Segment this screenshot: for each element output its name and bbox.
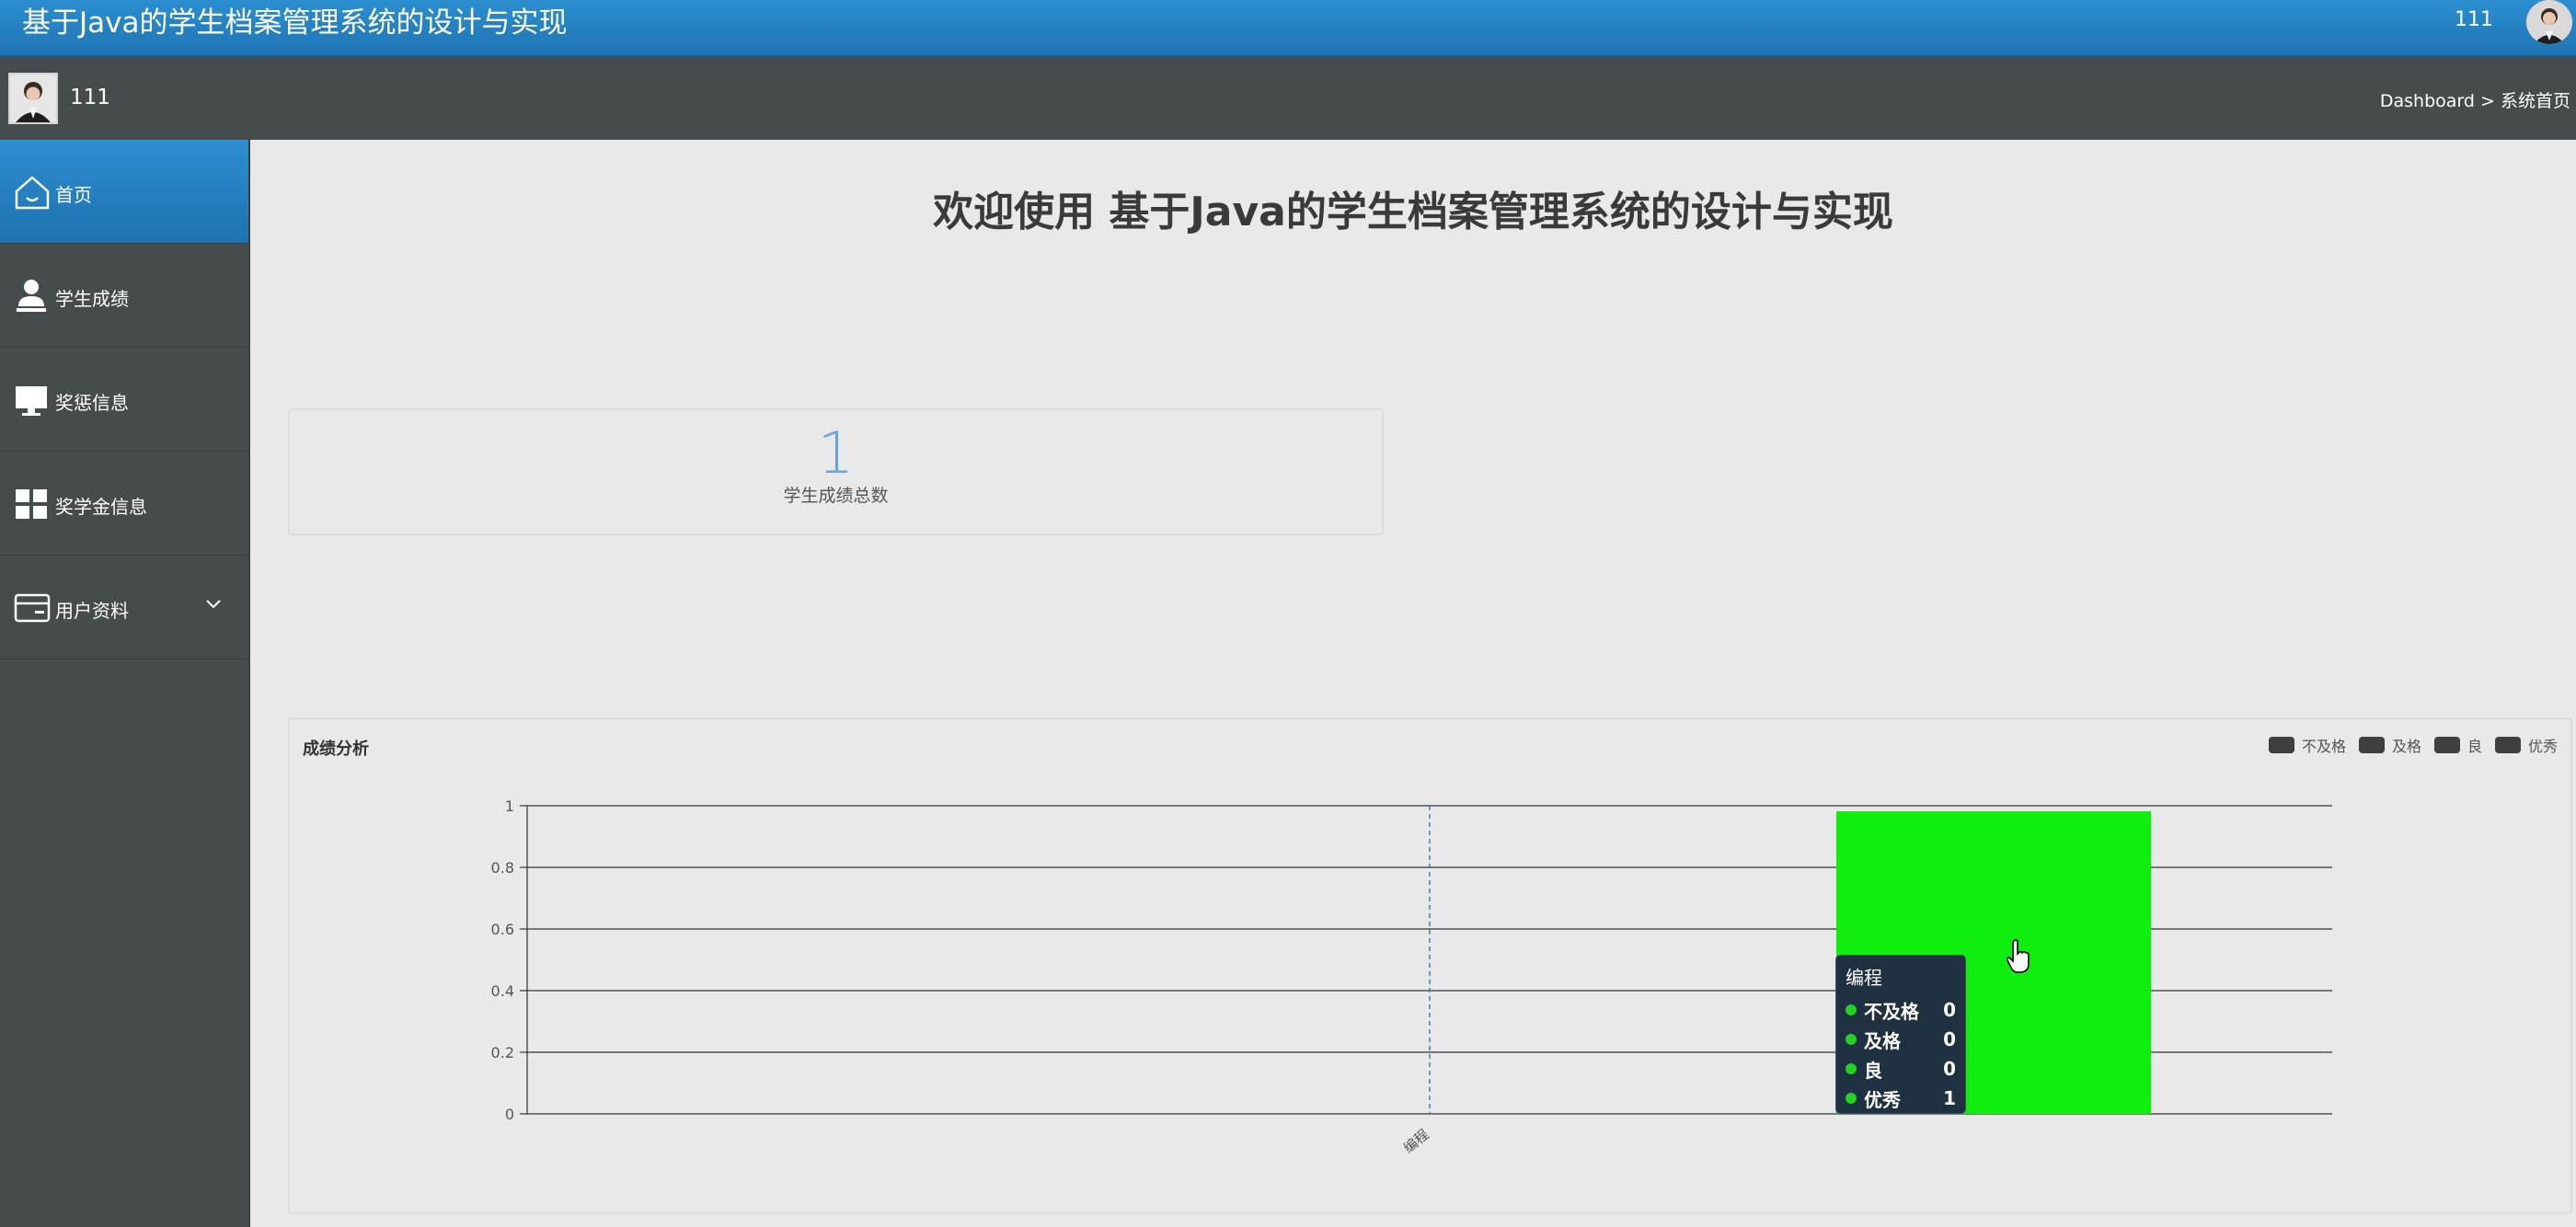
tooltip-series-name: 及格: [1864, 1029, 1901, 1052]
legend-label: 及格: [2391, 738, 2421, 755]
legend-label: 良: [2467, 738, 2482, 755]
legend-label: 优秀: [2527, 738, 2558, 755]
series-dot: [1846, 1004, 1857, 1015]
chart-tooltip: 编程 不及格 0 及格 0 良0 优秀 1: [1835, 955, 1966, 1114]
legend-swatch: [2268, 737, 2294, 753]
sidebar-item-profile[interactable]: 用户资料: [0, 556, 248, 659]
tooltip-row: 及格 0: [1846, 1025, 1956, 1054]
user-bar: 111 Dashboard > 系统首页: [0, 57, 2576, 140]
sidebar-item-label: 学生成绩: [55, 288, 129, 310]
breadcrumb-dashboard[interactable]: Dashboard: [2380, 91, 2475, 111]
sidebar-item-label: 用户资料: [55, 600, 129, 622]
sidebar-item-label: 奖惩信息: [55, 392, 129, 414]
header-username[interactable]: 111: [2455, 8, 2493, 31]
breadcrumb: Dashboard > 系统首页: [2380, 87, 2570, 112]
series-dot: [1846, 1093, 1857, 1104]
tooltip-series-value: 0: [1943, 1028, 1956, 1050]
top-header: 基于Java的学生档案管理系统的设计与实现 111: [0, 0, 2576, 57]
tooltip-row: 良0: [1846, 1054, 1956, 1084]
legend-swatch: [2494, 737, 2521, 753]
stat-value: 1: [817, 419, 855, 487]
sidebar-item-label: 首页: [55, 184, 92, 206]
tooltip-row: 不及格 0: [1846, 995, 1956, 1025]
legend-swatch: [2358, 737, 2385, 753]
sidebar-item-label: 奖学金信息: [55, 496, 147, 518]
stat-card[interactable]: 1 学生成绩总数: [288, 408, 1384, 535]
breadcrumb-separator: >: [2480, 91, 2495, 111]
grid-icon: [13, 485, 52, 523]
legend-item-pass[interactable]: 及格: [2358, 734, 2421, 756]
tooltip-series-name: 优秀: [1864, 1088, 1901, 1111]
tooltip-series-name: 不及格: [1864, 1000, 1919, 1023]
stat-label: 学生成绩总数: [783, 486, 889, 506]
chevron-down-icon[interactable]: [204, 594, 223, 613]
legend-item-good[interactable]: 良: [2433, 734, 2482, 756]
tooltip-series-value: 1: [1943, 1087, 1956, 1109]
header-avatar[interactable]: [2526, 0, 2572, 44]
tooltip-series-name: 良: [1864, 1059, 1882, 1082]
home-icon: [13, 173, 52, 212]
sidebar-item-scholarship[interactable]: 奖学金信息: [0, 452, 248, 556]
sidebar-item-rewards[interactable]: 奖惩信息: [0, 348, 248, 452]
sidebar-item-grades[interactable]: 学生成绩: [0, 244, 248, 348]
chart-title: 成绩分析: [303, 740, 369, 759]
page-title: 欢迎使用 基于Java的学生档案管理系统的设计与实现: [933, 189, 1893, 235]
sidebar: 首页 学生成绩 奖惩信息 奖学金信息 用户资料: [0, 140, 250, 1227]
legend-label: 不及格: [2301, 738, 2346, 755]
legend-swatch: [2433, 737, 2460, 753]
chart-card: 成绩分析 不及格 及格 良 优秀: [288, 717, 2572, 1214]
breadcrumb-current: 系统首页: [2500, 91, 2570, 111]
series-dot: [1846, 1034, 1857, 1045]
sidebar-item-home[interactable]: 首页: [0, 140, 248, 244]
user-icon: [13, 277, 52, 315]
sidebar-username: 111: [70, 86, 110, 109]
hand-cursor-icon: [2006, 938, 2031, 975]
tooltip-title: 编程: [1846, 967, 1882, 989]
monitor-icon: [13, 381, 52, 419]
app-title: 基于Java的学生档案管理系统的设计与实现: [22, 6, 568, 40]
tooltip-series-value: 0: [1943, 999, 1956, 1021]
user-avatar[interactable]: [8, 73, 58, 124]
legend-item-fail[interactable]: 不及格: [2268, 734, 2346, 756]
card-icon: [13, 589, 52, 627]
tooltip-series-value: 0: [1943, 1058, 1956, 1080]
tooltip-row: 优秀 1: [1846, 1084, 1956, 1113]
chart-legend: 不及格 及格 良 优秀: [2268, 734, 2558, 756]
series-dot: [1846, 1063, 1857, 1074]
legend-item-excellent[interactable]: 优秀: [2494, 734, 2558, 756]
